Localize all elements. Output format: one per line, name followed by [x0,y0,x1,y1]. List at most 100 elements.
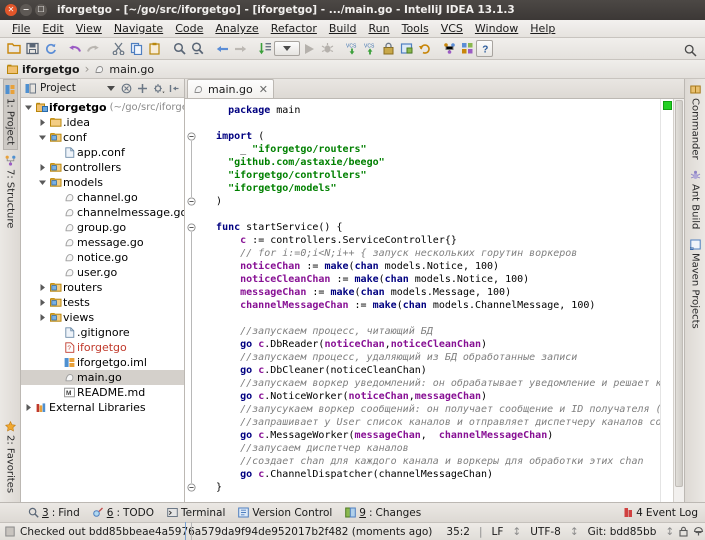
menu-navigate[interactable]: Navigate [108,21,169,36]
search-icon[interactable] [681,41,699,59]
code-line[interactable]: } [201,481,660,494]
code-line[interactable]: //запускаем процесс, читающий БД [201,325,660,338]
code-line[interactable]: //запускаем воркер уведомлений: он обраб… [201,377,660,390]
code-line[interactable]: //запрашивает у User список каналов и от… [201,416,660,429]
code-line[interactable]: func startService() { [201,221,660,234]
undo-icon[interactable] [66,40,84,58]
menu-build[interactable]: Build [323,21,363,36]
caret-position[interactable]: 35:2 [442,526,474,538]
tool-button-todo[interactable]: 6: TODO [93,507,154,519]
tab-main-go[interactable]: main.go ✕ [187,79,274,98]
paste-icon[interactable] [145,40,163,58]
tree-twisty-open-icon[interactable] [37,133,48,142]
tree-node-group-go[interactable]: group.go [21,220,184,235]
memory-icon[interactable] [5,526,15,537]
vcs-commit-icon[interactable]: VCS [361,40,379,58]
tree-twisty-open-icon[interactable] [37,178,48,187]
breadcrumb-item-module[interactable]: iforgetgo [7,63,80,76]
code-line[interactable]: go c.MessageWorker(messageChan, channelM… [201,429,660,442]
chevron-down-icon[interactable] [104,82,117,95]
tree-node-app-conf[interactable]: app.conf [21,145,184,160]
tree-node-channelmessage-go[interactable]: channelmessage.go [21,205,184,220]
fold-collapse-icon[interactable] [187,132,196,141]
tree-twisty-closed-icon[interactable] [37,298,48,307]
tree-twisty-closed-icon[interactable] [23,403,34,412]
settings-gear-icon[interactable] [152,82,165,95]
code-line[interactable]: _ "iforgetgo/routers" [201,143,660,156]
tree-node-external-libraries[interactable]: External Libraries [21,400,184,415]
menu-file[interactable]: File [6,21,36,36]
tree-twisty-closed-icon[interactable] [37,118,48,127]
code-content[interactable]: package main import ( _ "iforgetgo/route… [201,99,660,502]
menu-run[interactable]: Run [363,21,396,36]
tree-twisty-closed-icon[interactable] [37,313,48,322]
code-line[interactable]: ) [201,195,660,208]
scrollbar-thumb[interactable] [675,100,683,487]
tree-node-controllers[interactable]: controllers [21,160,184,175]
open-folder-icon[interactable] [5,40,23,58]
line-separator-indicator[interactable]: LF [488,526,508,538]
menu-edit[interactable]: Edit [36,21,69,36]
tool-button-changes[interactable]: 9: Changes [345,507,421,519]
tree-node-models[interactable]: models [21,175,184,190]
sync-refresh-icon[interactable] [41,40,59,58]
structure-icon[interactable] [440,40,458,58]
replace-icon[interactable] [188,40,206,58]
editor-gutter[interactable] [185,99,201,502]
maximize-icon[interactable]: ☐ [35,4,47,16]
sidebar-item-project[interactable]: 1: Project [3,79,18,150]
tool-button-version-control[interactable]: Version Control [238,507,332,519]
code-line[interactable]: //запускаем процесс, удаляющий из БД обр… [201,351,660,364]
copy-icon[interactable] [127,40,145,58]
tool-button-terminal[interactable]: Terminal [167,507,225,519]
code-line[interactable]: "github.com/astaxie/beego" [201,156,660,169]
run-config-combo[interactable] [274,41,300,56]
tree-node-routers[interactable]: routers [21,280,184,295]
settings-project-icon[interactable] [397,40,415,58]
code-line[interactable]: noticeCleanChan := make(chan models.Noti… [201,273,660,286]
expand-all-icon[interactable] [136,82,149,95]
event-log-button[interactable]: 4 Event Log [624,507,698,519]
fold-end-icon[interactable] [187,483,196,492]
redo-icon[interactable] [84,40,102,58]
fold-collapse-icon[interactable] [187,223,196,232]
sidebar-item-structure[interactable]: 7: Structure [3,150,18,233]
tree-node-notice-go[interactable]: notice.go [21,250,184,265]
code-line[interactable]: //запусукаем воркер сообщений: он получа… [201,403,660,416]
code-line[interactable]: //запусаем диспетчер каналов [201,442,660,455]
code-line[interactable]: noticeChan := make(chan models.Notice, 1… [201,260,660,273]
menu-tools[interactable]: Tools [396,21,435,36]
tree-node-conf[interactable]: conf [21,130,184,145]
tree-node-channel-go[interactable]: channel.go [21,190,184,205]
debug-icon[interactable] [318,40,336,58]
fold-end-icon[interactable] [187,197,196,206]
code-line[interactable]: //создает chan для каждого канала и ворк… [201,455,660,468]
run-icon[interactable] [300,40,318,58]
sidebar-item-ant-build[interactable]: Ant Build [688,165,703,234]
tree-node-views[interactable]: views [21,310,184,325]
forward-icon[interactable] [231,40,249,58]
breadcrumb-item-file[interactable]: main.go [94,63,154,76]
tree-twisty-open-icon[interactable] [23,103,34,112]
tree-node-iforgetgo-iml[interactable]: iforgetgo.iml [21,355,184,370]
safe-delete-icon[interactable] [379,40,397,58]
close-icon[interactable]: ✕ [5,4,17,16]
menu-code[interactable]: Code [169,21,209,36]
tree-node-user-go[interactable]: user.go [21,265,184,280]
minimize-icon[interactable]: − [20,4,32,16]
tree-node-tests[interactable]: tests [21,295,184,310]
tree-node--gitignore[interactable]: .gitignore [21,325,184,340]
error-marker-column[interactable] [660,99,673,502]
tree-node-readme-md[interactable]: MREADME.md [21,385,184,400]
code-line[interactable]: go c.NoticeWorker(noticeChan,messageChan… [201,390,660,403]
close-icon[interactable]: ✕ [257,83,268,96]
code-line[interactable]: // for i:=0;i<N;i++ { запуск нескольких … [201,247,660,260]
code-line[interactable]: messageChan := make(chan models.Message,… [201,286,660,299]
vcs-branch-indicator[interactable]: Git: bdd85bb [584,526,661,538]
menu-view[interactable]: View [70,21,108,36]
lock-icon[interactable] [679,526,688,537]
encoding-indicator[interactable]: UTF-8 [526,526,565,538]
code-line[interactable]: go c.DbCleaner(noticeCleanChan) [201,364,660,377]
modules-icon[interactable] [458,40,476,58]
code-line[interactable]: import ( [201,130,660,143]
